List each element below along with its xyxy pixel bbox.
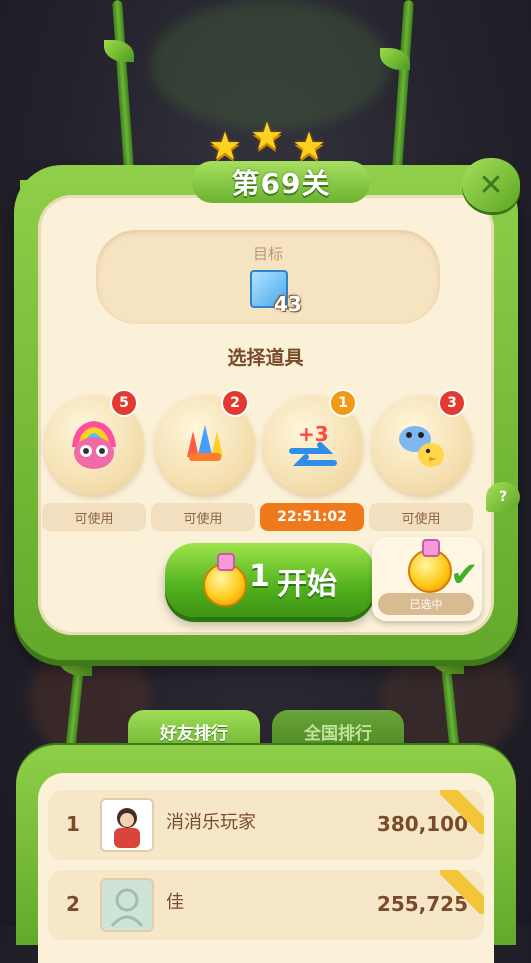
goal-label: 目标 — [252, 245, 283, 263]
energy-potion-icon — [408, 539, 452, 593]
goal-count: 43 — [274, 292, 302, 316]
booster-item[interactable]: 3 — [372, 389, 472, 495]
vine-leaf — [104, 40, 134, 62]
booster-count-badge: 5 — [110, 389, 138, 417]
ribbon-icon — [440, 790, 484, 834]
booster-count-badge: 1 — [329, 389, 357, 417]
hanging-vine — [392, 0, 414, 171]
hippo-chick-icon — [399, 426, 444, 467]
star-icon: ★ — [250, 114, 285, 158]
selected-potion-card[interactable]: ✔ 已选中 — [372, 537, 482, 621]
rank-number: 1 — [66, 812, 80, 836]
hanging-vine — [112, 0, 134, 171]
plus-three-moves-icon: +3 — [289, 422, 337, 466]
goal-box: 目标 43 — [96, 230, 440, 324]
help-button[interactable]: ? — [486, 482, 520, 512]
start-button[interactable]: 1 开始 — [165, 543, 375, 617]
close-button[interactable]: ✕ — [462, 158, 520, 212]
rank-number: 2 — [66, 892, 80, 916]
leaderboard-row[interactable]: 1 消消乐玩家 380,100 — [48, 790, 484, 860]
leaderboard-row[interactable]: 2 佳 255,725 — [48, 870, 484, 940]
close-icon: ✕ — [478, 167, 504, 203]
selected-tag: 已选中 — [378, 593, 474, 615]
player-avatar-icon — [114, 808, 140, 848]
booster-status: 可使用 — [369, 503, 473, 531]
booster-timer: 22:51:02 — [260, 503, 364, 531]
rocket-bundle-icon — [187, 425, 223, 461]
booster-count-badge: 2 — [221, 389, 249, 417]
start-label: 开始 — [277, 567, 337, 602]
star-icon: ★ — [208, 124, 243, 168]
booster-count-badge: 3 — [438, 389, 466, 417]
energy-potion-icon — [203, 553, 247, 607]
booster-item[interactable]: 5 — [44, 389, 144, 495]
booster-item[interactable]: 2 — [155, 389, 255, 495]
default-avatar-icon — [110, 888, 144, 927]
avatar — [100, 878, 154, 932]
ribbon-icon — [440, 870, 484, 914]
rainbow-owl-icon — [72, 421, 116, 469]
svg-text:+3: +3 — [298, 422, 329, 446]
star-icon: ★ — [292, 124, 327, 168]
avatar — [100, 798, 154, 852]
booster-section-title: 选择道具 — [227, 347, 304, 369]
booster-status: 可使用 — [151, 503, 255, 531]
player-name: 佳 — [166, 892, 184, 913]
background-blob — [150, 0, 390, 130]
booster-status: 可使用 — [42, 503, 146, 531]
check-icon: ✔ — [450, 555, 479, 595]
player-name: 消消乐玩家 — [166, 812, 256, 833]
booster-item[interactable]: +3 1 — [263, 389, 363, 495]
start-cost: 1 — [249, 559, 270, 594]
